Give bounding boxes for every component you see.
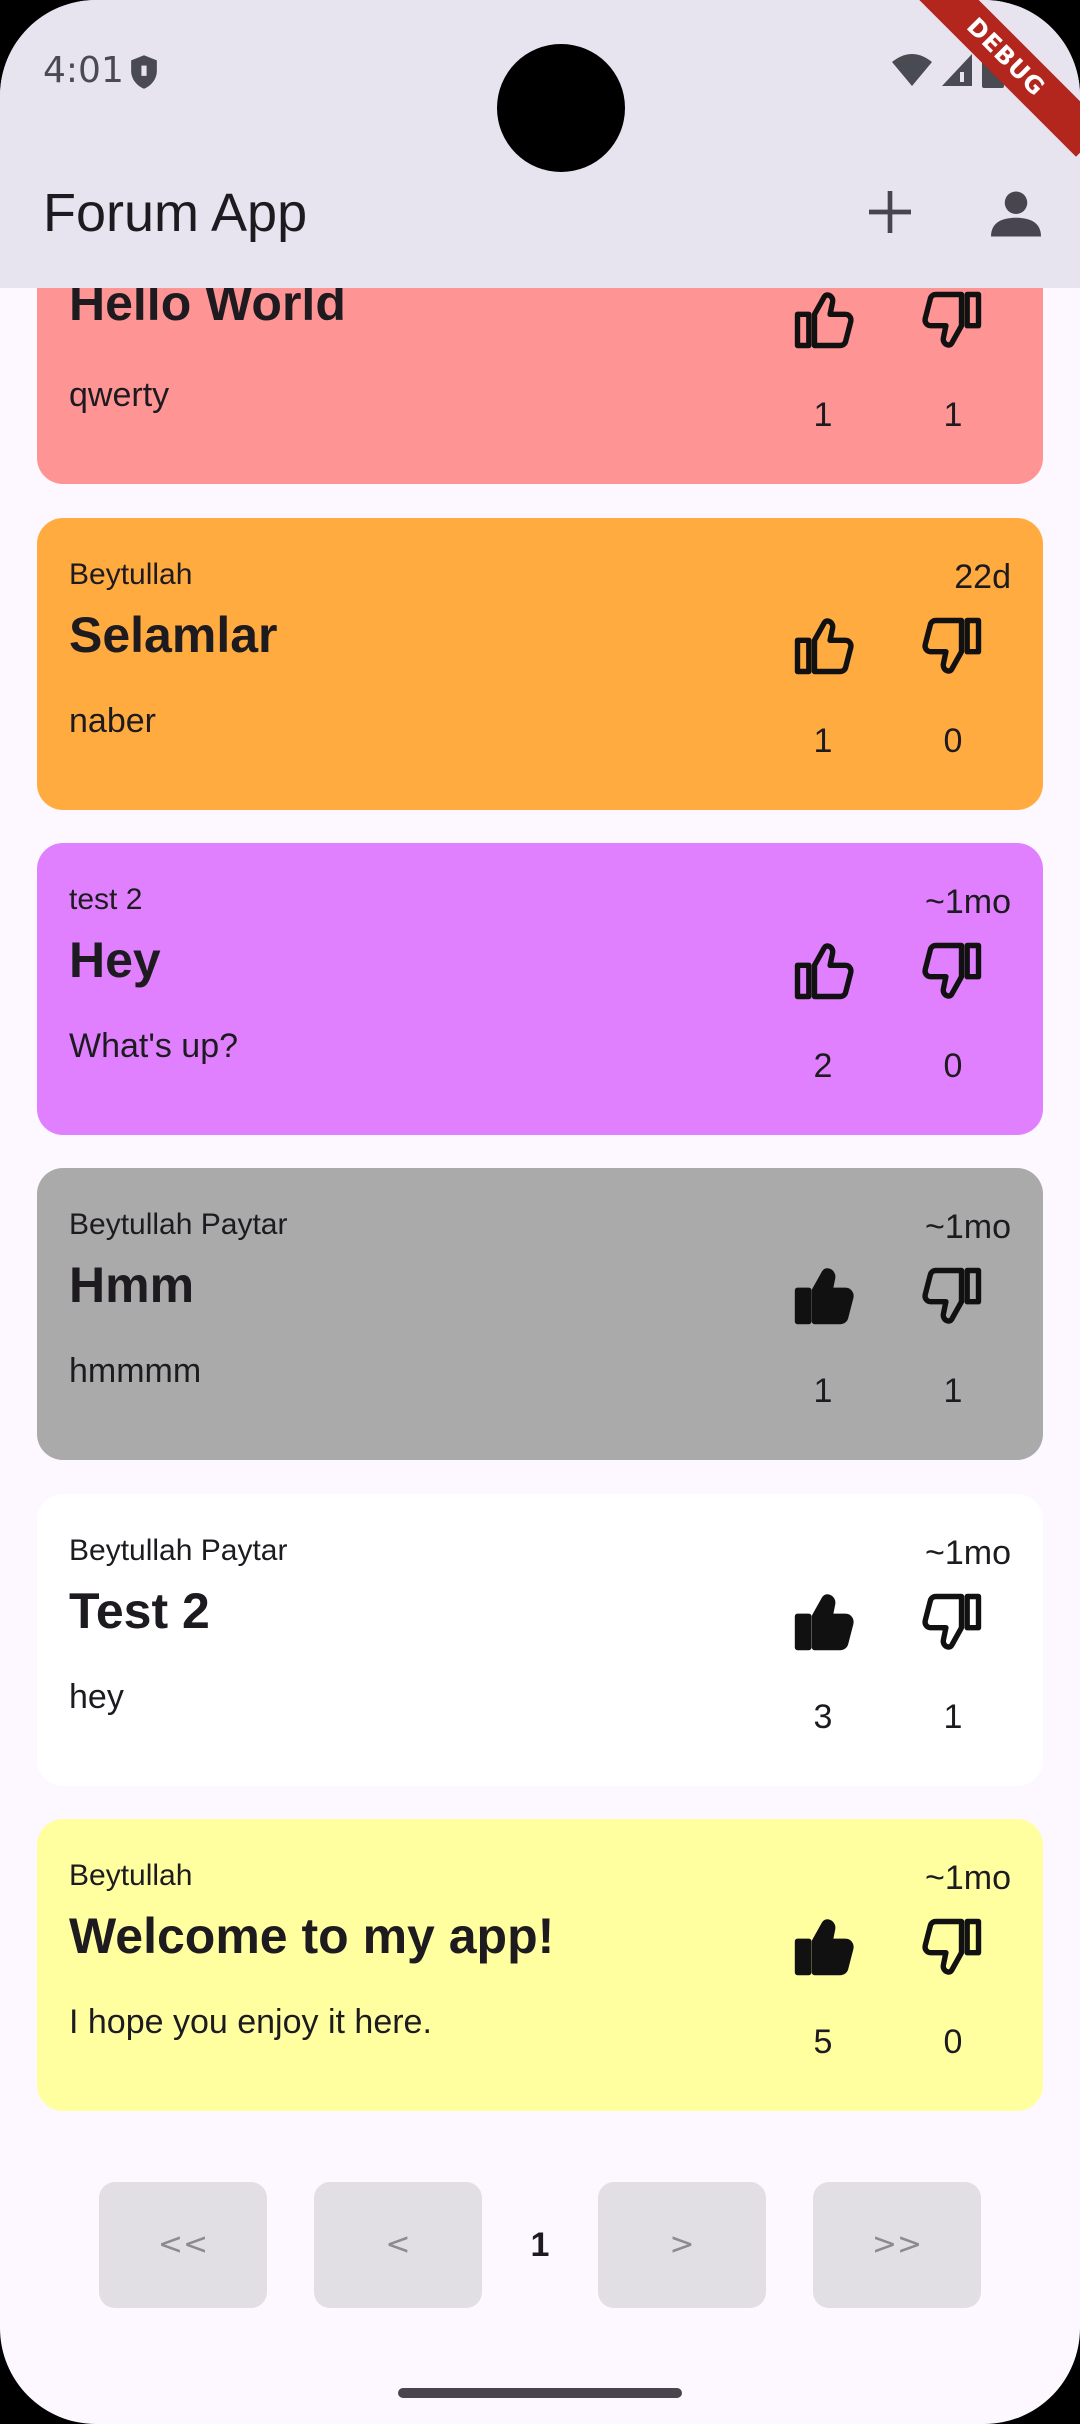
post-author: test 2: [69, 883, 143, 916]
dislike-count: 0: [943, 722, 963, 760]
post-age: ~1mo: [925, 1208, 1011, 1246]
post-title: Welcome to my app!: [69, 1908, 555, 1964]
thumb-up-glyph: [794, 1594, 854, 1651]
camera-cutout: [497, 44, 625, 172]
thumb-up-glyph: [794, 943, 854, 1000]
app-bar: 4:01 DEBUG Forum App: [0, 0, 1080, 288]
thumb-down-icon[interactable]: [919, 1262, 987, 1330]
thumb-up-icon[interactable]: [789, 1588, 857, 1656]
dislike-count: 1: [943, 1698, 963, 1736]
thumb-up-glyph: [794, 1268, 854, 1325]
app-title: Forum App: [43, 183, 308, 243]
post-body: I hope you enjoy it here.: [69, 2003, 432, 2041]
thumb-down-glyph: [922, 291, 982, 348]
like-count: 2: [813, 1047, 833, 1085]
dislike-count: 1: [943, 396, 963, 434]
home-indicator[interactable]: [398, 2388, 682, 2398]
wifi-icon: [892, 54, 932, 86]
post-age: 22d: [954, 558, 1011, 596]
post-body: qwerty: [69, 376, 170, 414]
post-title: Selamlar: [69, 607, 278, 663]
post-age: ~1mo: [925, 883, 1011, 921]
post-author: Beytullah Paytar: [69, 1208, 288, 1241]
like-count: 1: [813, 722, 833, 760]
dislike-count: 0: [943, 2023, 963, 2061]
prev-page-button[interactable]: <: [314, 2182, 482, 2308]
post-card[interactable]: Beytullah Paytar ~1mo Hmm hmmmm 1 1: [37, 1168, 1043, 1460]
current-page-number: 1: [530, 2226, 550, 2264]
post-author: Beytullah Paytar: [69, 1534, 288, 1567]
thumb-up-icon[interactable]: [789, 612, 857, 680]
person-icon[interactable]: [986, 184, 1046, 244]
like-count: 3: [813, 1698, 833, 1736]
last-page-button[interactable]: >>: [813, 2182, 981, 2308]
thumb-down-icon[interactable]: [919, 1913, 987, 1981]
thumb-down-glyph: [922, 942, 982, 999]
post-author: Beytullah: [69, 558, 193, 591]
post-age: ~1mo: [925, 1859, 1011, 1897]
post-author: Beytullah: [69, 1859, 193, 1892]
signal-icon: [942, 54, 972, 86]
thumb-down-glyph: [922, 1593, 982, 1650]
post-feed[interactable]: Hello World qwerty 1 1 Beytullah 22d Sel…: [0, 0, 1080, 2424]
thumb-up-icon[interactable]: [789, 1913, 857, 1981]
post-card[interactable]: Beytullah Paytar ~1mo Test 2 hey 3 1: [37, 1494, 1043, 1786]
post-card[interactable]: Beytullah ~1mo Welcome to my app! I hope…: [37, 1819, 1043, 2111]
thumb-up-icon[interactable]: [789, 1262, 857, 1330]
thumb-up-icon[interactable]: [789, 937, 857, 1005]
post-age: ~1mo: [925, 1534, 1011, 1572]
like-count: 1: [813, 396, 833, 434]
thumb-down-icon[interactable]: [919, 1588, 987, 1656]
phone-screen: Hello World qwerty 1 1 Beytullah 22d Sel…: [0, 0, 1080, 2424]
post-title: Test 2: [69, 1583, 210, 1639]
thumb-down-glyph: [922, 617, 982, 674]
thumb-down-icon[interactable]: [919, 286, 987, 354]
thumb-down-icon[interactable]: [919, 937, 987, 1005]
thumb-up-icon[interactable]: [789, 286, 857, 354]
post-body: What's up?: [69, 1027, 239, 1065]
post-body: hmmmm: [69, 1352, 202, 1390]
thumb-down-glyph: [922, 1918, 982, 1975]
thumb-down-icon[interactable]: [919, 612, 987, 680]
dislike-count: 1: [943, 1372, 963, 1410]
post-body: hey: [69, 1678, 124, 1716]
post-title: Hey: [69, 932, 161, 988]
thumb-down-glyph: [922, 1267, 982, 1324]
like-count: 5: [813, 2023, 833, 2061]
first-page-button[interactable]: <<: [99, 2182, 267, 2308]
shield-icon: [131, 55, 157, 89]
post-card[interactable]: test 2 ~1mo Hey What's up? 2 0: [37, 843, 1043, 1135]
post-title: Hmm: [69, 1257, 195, 1313]
status-time: 4:01: [43, 50, 124, 91]
next-page-button[interactable]: >: [598, 2182, 766, 2308]
post-body: naber: [69, 702, 156, 740]
thumb-up-glyph: [794, 1919, 854, 1976]
thumb-up-glyph: [794, 618, 854, 675]
post-card[interactable]: Beytullah 22d Selamlar naber 1 0: [37, 518, 1043, 810]
plus-icon[interactable]: [862, 184, 918, 240]
dislike-count: 0: [943, 1047, 963, 1085]
thumb-up-glyph: [794, 292, 854, 349]
like-count: 1: [813, 1372, 833, 1410]
